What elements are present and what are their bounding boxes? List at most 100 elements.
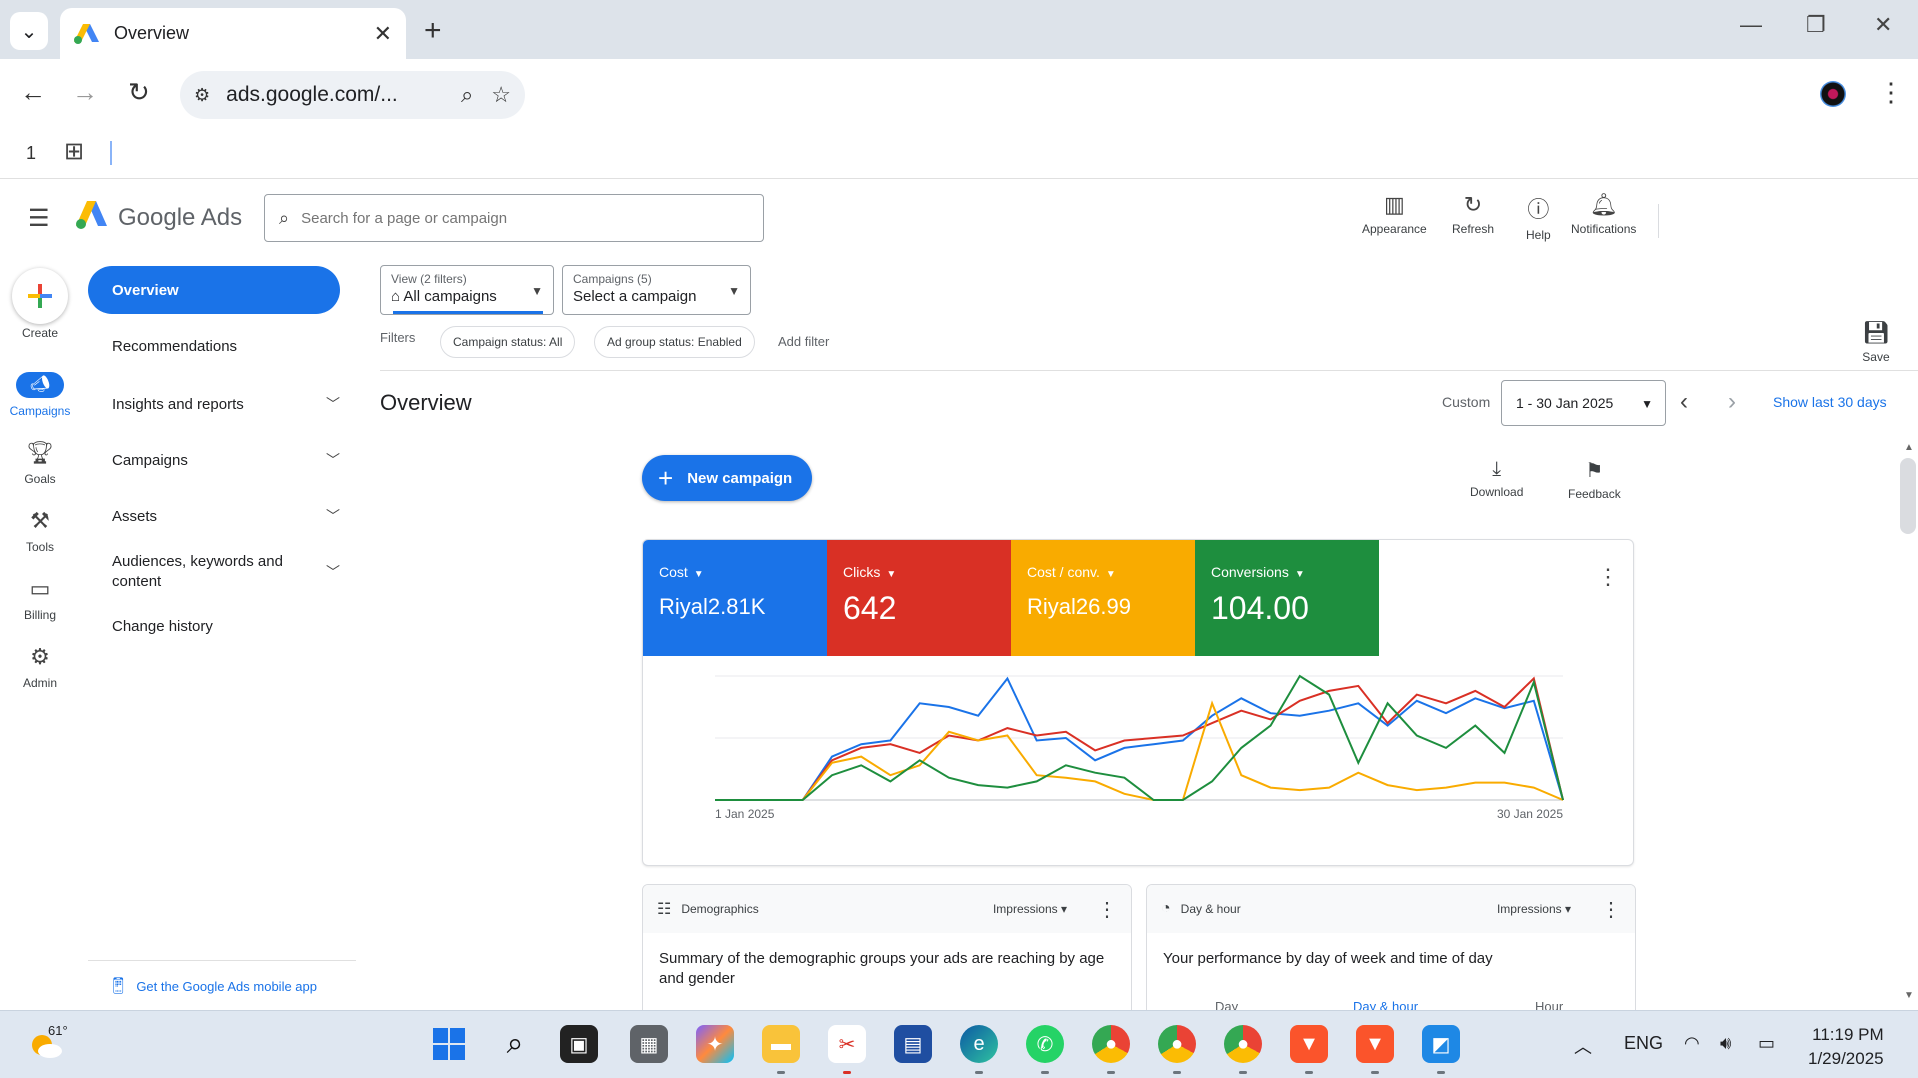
mobile-app-link[interactable]: 📱︎ Get the Google Ads mobile app — [108, 976, 317, 996]
nav-item-assets[interactable]: Assets ﹀ — [112, 506, 340, 526]
feedback-button[interactable]: ⚑ Feedback — [1568, 458, 1621, 501]
forward-icon[interactable]: → — [72, 77, 98, 108]
chevron-left-icon[interactable]: ‹ — [1680, 388, 1688, 416]
calculator-icon[interactable]: ▦ — [630, 1025, 668, 1063]
chrome-icon[interactable]: ● — [1224, 1025, 1262, 1063]
nav-item-campaigns[interactable]: Campaigns ﹀ — [112, 450, 340, 470]
brave-icon[interactable]: ▼ — [1356, 1025, 1394, 1063]
nav-item-insights[interactable]: Insights and reports ﹀ — [112, 394, 340, 414]
save-button[interactable]: 💾︎ Save — [1862, 320, 1890, 364]
clock-time: 11:19 PM — [1812, 1025, 1884, 1044]
metric-select[interactable]: Impressions ▾ — [1497, 902, 1571, 916]
reload-icon[interactable]: ↻ — [128, 77, 150, 108]
tools-icon: ⚒ — [30, 508, 50, 533]
file-explorer-icon[interactable]: ▬ — [762, 1025, 800, 1063]
metric-label: Conversions — [1211, 564, 1289, 580]
close-tab-icon[interactable]: ✕ — [374, 21, 392, 47]
tab-search-button[interactable]: ⌄ — [10, 12, 48, 50]
rail-item-campaigns[interactable]: 📣︎ Campaigns — [0, 372, 80, 418]
chrome-icon[interactable]: ● — [1158, 1025, 1196, 1063]
whatsapp-icon[interactable]: ✆ — [1026, 1025, 1064, 1063]
chevron-up-icon[interactable]: ︿ — [1574, 1033, 1592, 1059]
edge-icon[interactable]: e — [960, 1025, 998, 1063]
system-clock[interactable]: 11:19 PM 1/29/2025 — [1808, 1023, 1884, 1071]
restore-icon[interactable]: ❐ — [1806, 12, 1826, 38]
search-box[interactable]: ⌕ — [264, 194, 764, 242]
help-button[interactable]: ⓘ Help — [1526, 192, 1551, 242]
rail-item-tools[interactable]: ⚒ Tools — [0, 508, 80, 554]
filter-chip-campaign-status[interactable]: Campaign status: All — [440, 326, 576, 358]
wifi-icon[interactable]: ◠ — [1684, 1033, 1700, 1054]
start-icon[interactable] — [430, 1025, 468, 1063]
profile-avatar[interactable] — [1820, 81, 1846, 107]
close-window-icon[interactable]: ✕ — [1874, 12, 1892, 38]
rail-item-billing[interactable]: ▭ Billing — [0, 576, 80, 622]
task-view-icon[interactable]: ▣ — [560, 1025, 598, 1063]
copilot-icon[interactable]: ✦ — [696, 1025, 734, 1063]
apps-grid-icon[interactable]: ⊞ — [64, 137, 84, 166]
appearance-icon: ▥ — [1383, 192, 1405, 217]
running-indicator — [1107, 1071, 1115, 1074]
metric-select[interactable]: Impressions ▾ — [993, 902, 1067, 916]
metric-label: Cost — [659, 564, 688, 580]
refresh-button[interactable]: ↻ Refresh — [1452, 192, 1494, 236]
chrome-icon[interactable]: ● — [1092, 1025, 1130, 1063]
filter-chip-ad-group-status[interactable]: Ad group status: Enabled — [594, 326, 755, 358]
campaigns-dropdown[interactable]: Campaigns (5) Select a campaign ▼ — [562, 265, 751, 315]
new-tab-icon[interactable]: + — [424, 14, 442, 48]
minimize-icon[interactable]: — — [1740, 12, 1762, 38]
search-icon[interactable]: ⌕ — [496, 1025, 534, 1063]
new-campaign-button[interactable]: + New campaign — [642, 455, 812, 501]
search-input[interactable] — [301, 209, 702, 227]
bookmark-star-icon[interactable]: ☆ — [491, 82, 511, 108]
metric-cost-per-conv[interactable]: Cost / conv. ▼ Riyal26.99 — [1011, 540, 1195, 656]
browser-tab[interactable]: Overview ✕ — [60, 8, 406, 59]
campaigns-dropdown-caption: Campaigns (5) — [573, 272, 652, 286]
metric-cost[interactable]: Cost ▼ Riyal2.81K — [643, 540, 827, 656]
performance-line-chart: 1 Jan 2025 30 Jan 2025 — [715, 674, 1564, 821]
rail-label: Tools — [25, 540, 54, 554]
rail-item-goals[interactable]: 🏆︎ Goals — [0, 440, 80, 486]
download-button[interactable]: ⤓ Download — [1470, 458, 1523, 499]
show-last-30-days-link[interactable]: Show last 30 days — [1773, 394, 1887, 410]
nav-item-overview[interactable]: Overview — [88, 266, 340, 314]
scroll-up-icon[interactable]: ▲ — [1904, 442, 1914, 453]
scroll-down-icon[interactable]: ▼ — [1904, 990, 1914, 1001]
microsoft-store-icon[interactable]: ▤ — [894, 1025, 932, 1063]
running-indicator — [1173, 1071, 1181, 1074]
nav-item-recommendations[interactable]: Recommendations — [112, 338, 340, 355]
chart-more-icon[interactable]: ⋮ — [1597, 564, 1619, 590]
create-button[interactable] — [12, 268, 68, 324]
zoom-icon[interactable]: ⌕ — [461, 82, 473, 108]
volume-icon[interactable]: 🔊︎ — [1720, 1033, 1731, 1054]
site-info-icon[interactable]: ⚙ — [194, 85, 210, 106]
add-filter-button[interactable]: Add filter — [778, 334, 829, 349]
appearance-button[interactable]: ▥ Appearance — [1362, 192, 1427, 236]
brave-icon[interactable]: ▼ — [1290, 1025, 1328, 1063]
back-icon[interactable]: ← — [20, 77, 46, 108]
metric-value: 104.00 — [1211, 590, 1309, 626]
rail-label: Billing — [23, 608, 56, 622]
nav-item-audiences[interactable]: Audiences, keywords and content ﹀ — [112, 552, 340, 592]
rail-item-admin[interactable]: ⚙ Admin — [0, 644, 80, 690]
address-bar[interactable]: ⚙ ads.google.com/... ⌕ ☆ — [180, 71, 525, 119]
gear-icon: ⚙ — [30, 644, 50, 669]
photos-icon[interactable]: ◩ — [1422, 1025, 1460, 1063]
card-more-icon[interactable]: ⋮ — [1097, 897, 1117, 922]
phone-icon: 📱︎ — [108, 978, 129, 995]
battery-icon[interactable]: ▭ — [1758, 1033, 1775, 1054]
scrollbar-thumb[interactable] — [1900, 458, 1916, 534]
view-dropdown[interactable]: View (2 filters) ⌂ All campaigns ▼ — [380, 265, 554, 315]
tab-group-count[interactable]: 1 — [18, 139, 44, 167]
chevron-right-icon[interactable]: › — [1728, 388, 1736, 416]
snipping-tool-icon[interactable]: ✂ — [828, 1025, 866, 1063]
notifications-button[interactable]: 🔔︎ Notifications — [1571, 192, 1636, 236]
date-range-dropdown[interactable]: 1 - 30 Jan 2025 ▼ — [1501, 380, 1666, 426]
card-more-icon[interactable]: ⋮ — [1601, 897, 1621, 922]
metric-conversions[interactable]: Conversions ▼ 104.00 — [1195, 540, 1379, 656]
metric-clicks[interactable]: Clicks ▼ 642 — [827, 540, 1011, 656]
browser-menu-icon[interactable]: ⋮ — [1878, 77, 1904, 108]
nav-item-change-history[interactable]: Change history — [112, 618, 340, 635]
language-indicator[interactable]: ENG — [1624, 1033, 1663, 1054]
hamburger-menu-icon[interactable]: ☰ — [28, 204, 50, 233]
